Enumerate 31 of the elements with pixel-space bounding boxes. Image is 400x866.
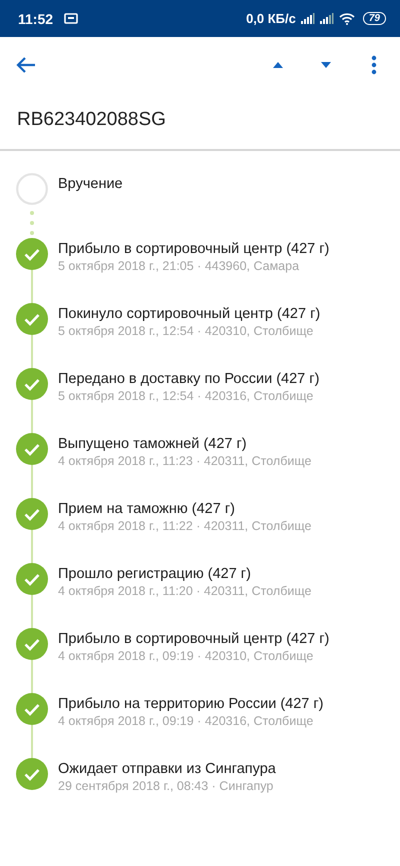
clock-time: 11:52: [18, 10, 54, 26]
event-details: 4 октября 2018 г., 11:20 · 420311, Столбище: [58, 583, 312, 600]
battery-indicator: 79: [362, 12, 386, 25]
event-title: Ожидает отправки из Сингапура: [58, 760, 276, 778]
back-arrow-icon[interactable]: [16, 56, 36, 74]
tracking-number: RB623402088SG: [0, 92, 400, 151]
network-speed: 0,0 КБ/с: [246, 11, 296, 26]
event-details: 29 сентября 2018 г., 08:43 · Сингапур: [58, 778, 274, 795]
signal-icon: [300, 13, 315, 24]
event-title: Прибыло в сортировочный центр (427 г): [58, 630, 330, 648]
event-title: Выпущено таможней (427 г): [58, 435, 248, 453]
event-title: Прошло регистрацию (427 г): [58, 565, 252, 583]
event-details: 4 октября 2018 г., 09:19 · 420316, Столбище: [58, 713, 314, 730]
more-menu-icon[interactable]: [371, 54, 377, 74]
event-title: Покинуло сортировочный центр (427 г): [58, 305, 320, 323]
signal-icon: [320, 13, 334, 24]
up-triangle-icon[interactable]: [272, 60, 284, 68]
event-details: 5 октября 2018 г., 21:05 · 443960, Самара: [58, 258, 300, 275]
event-title: Передано в доставку по России (427 г): [58, 370, 320, 388]
notification-icon: [64, 13, 78, 24]
event-title: Прибыло в сортировочный центр (427 г): [58, 240, 330, 258]
event-details: 4 октября 2018 г., 09:19 · 420310, Столбище: [58, 648, 314, 665]
event-title: Прием на таможню (427 г): [58, 500, 236, 518]
wifi-icon: [338, 12, 355, 24]
event-details: 4 октября 2018 г., 11:22 · 420311, Столбище: [58, 518, 312, 535]
event-details: 5 октября 2018 г., 12:54 · 420310, Столбище: [58, 323, 314, 340]
down-triangle-icon[interactable]: [320, 60, 332, 68]
event-details: 5 октября 2018 г., 12:54 · 420316, Столбище: [58, 388, 314, 405]
event-title: Прибыло на территорию России (427 г): [58, 695, 324, 713]
event-title: Вручение: [58, 175, 123, 193]
event-details: 4 октября 2018 г., 11:23 · 420311, Столбище: [58, 453, 312, 470]
